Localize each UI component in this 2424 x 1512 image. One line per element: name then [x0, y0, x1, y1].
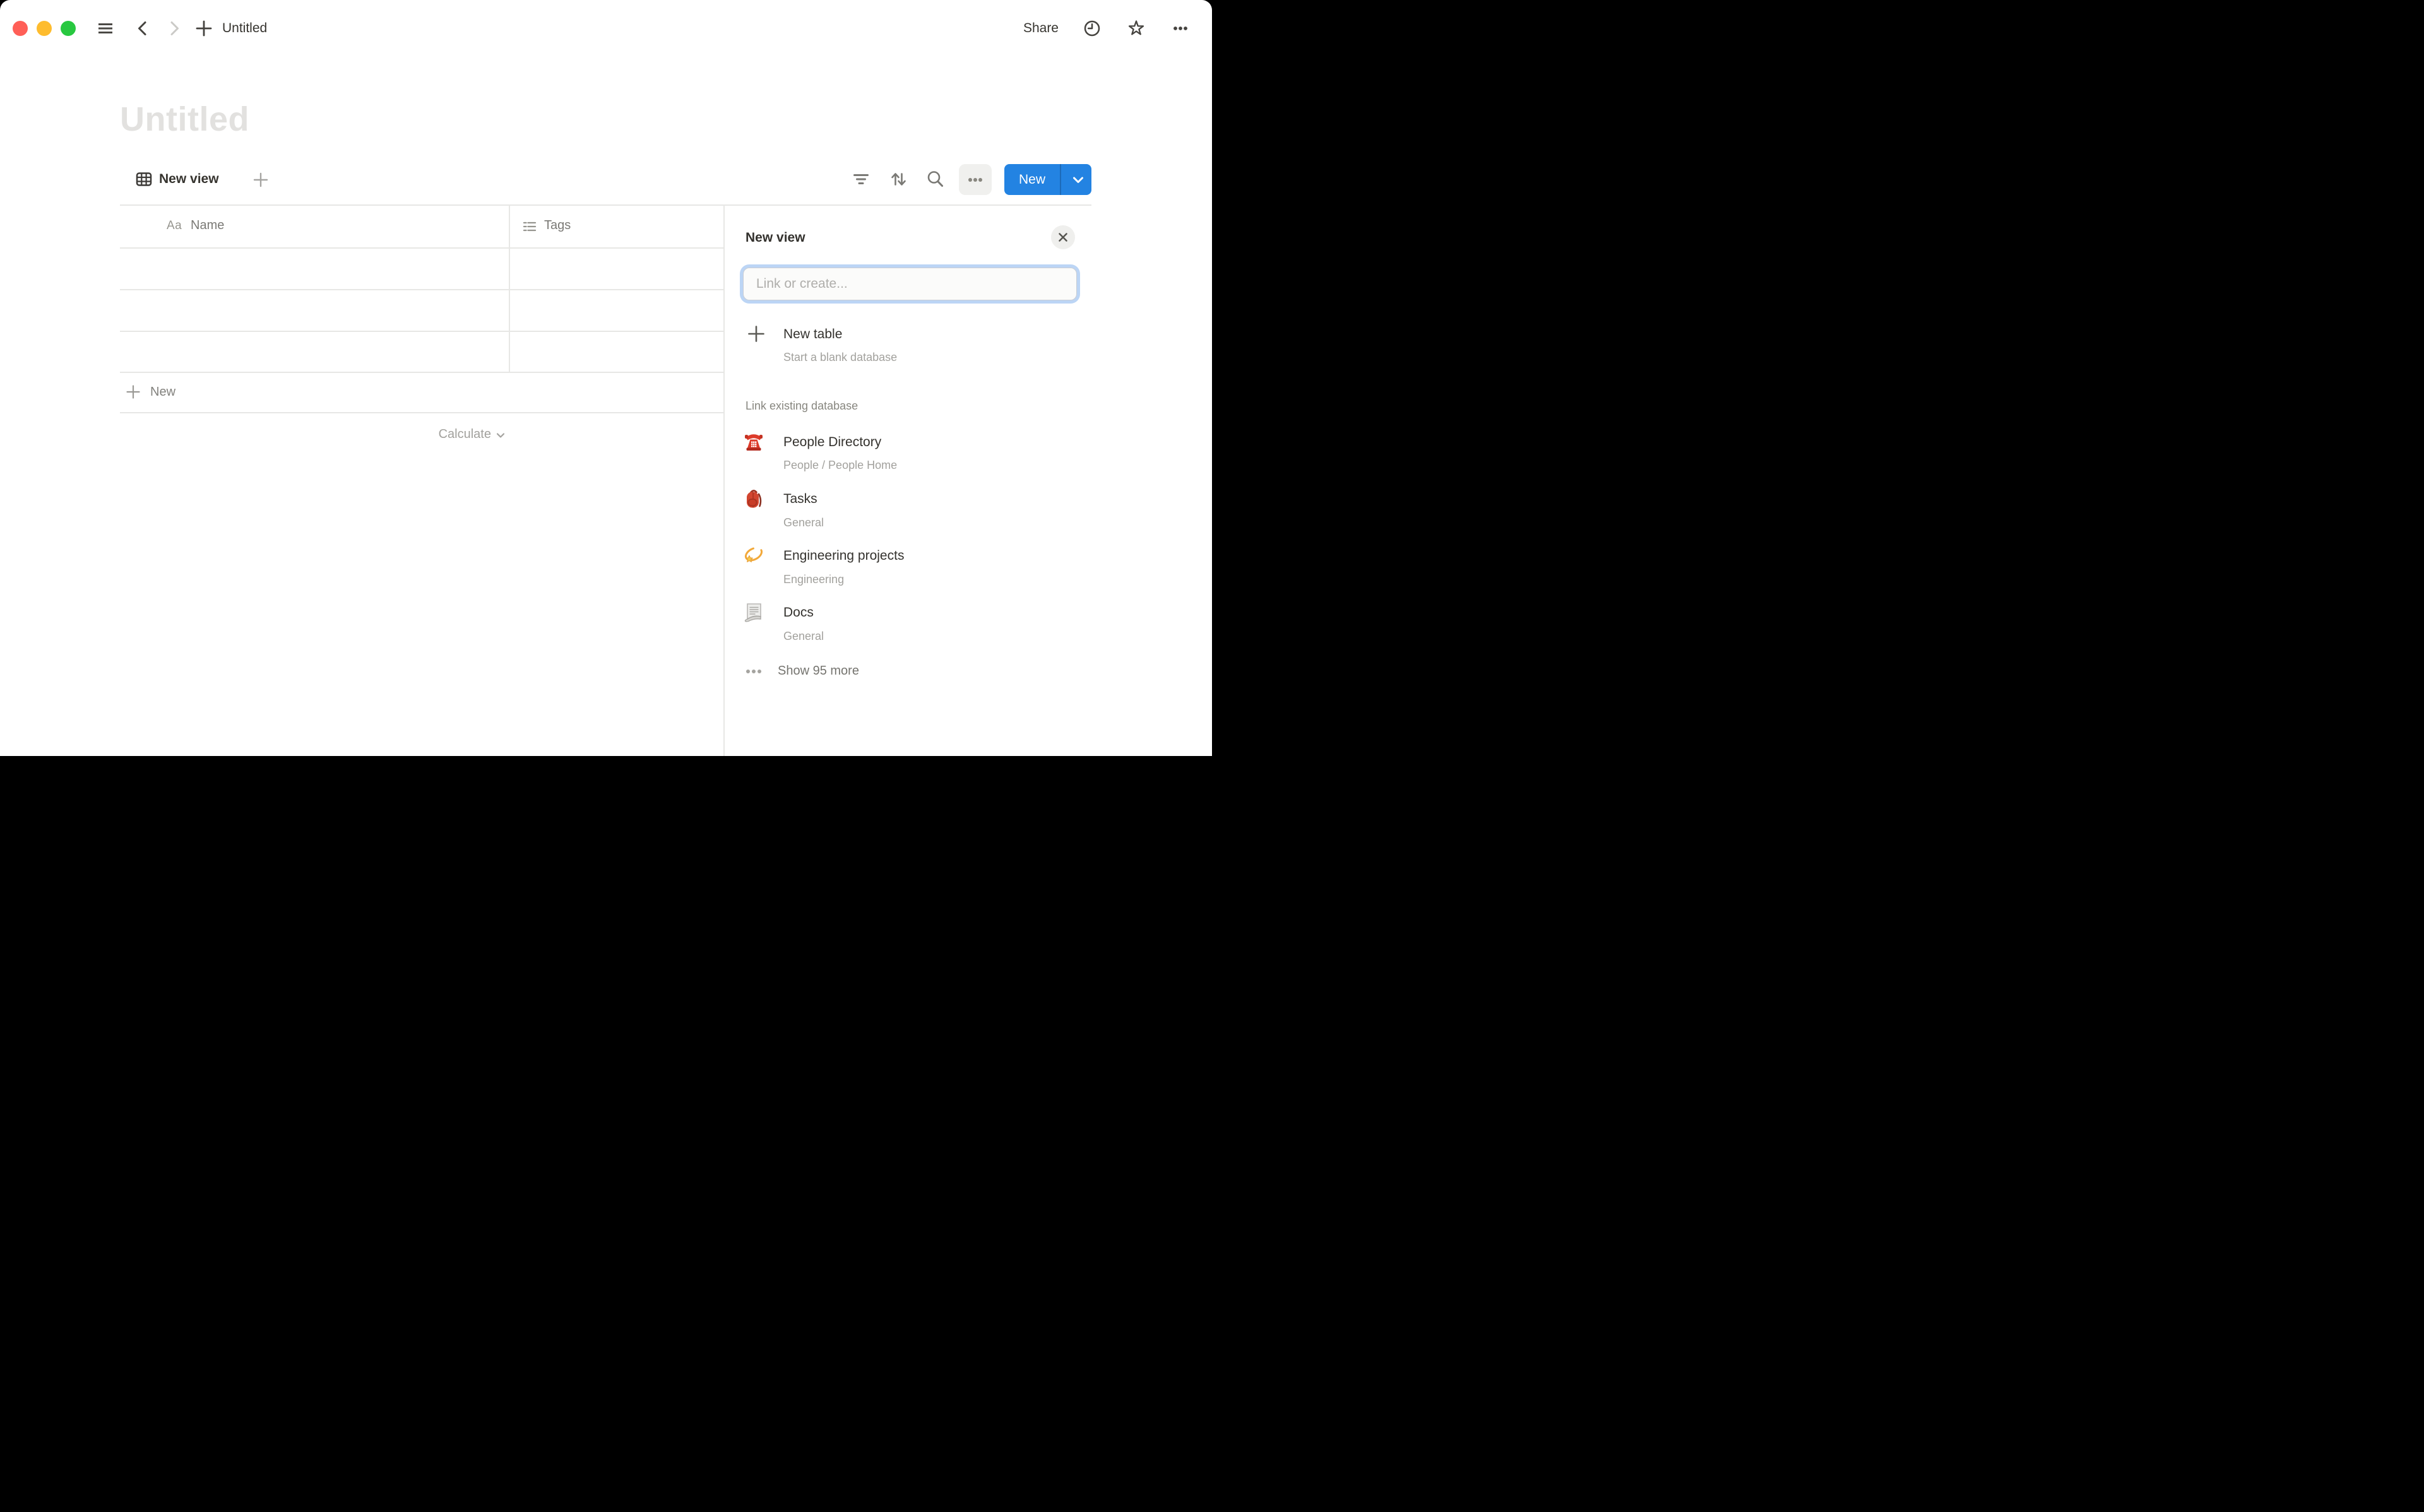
show-more-ellipsis-icon [743, 661, 764, 682]
table-row[interactable] [120, 331, 723, 372]
traffic-light-close[interactable] [13, 21, 28, 36]
page-title[interactable]: Untitled [120, 100, 249, 139]
panel-title: New view [746, 229, 805, 246]
table-view-icon[interactable] [134, 169, 154, 189]
ellipsis-icon [965, 170, 985, 190]
button-divider [1060, 164, 1061, 195]
search-icon[interactable] [925, 169, 946, 189]
calculate-button[interactable]: Calculate [354, 426, 491, 442]
new-record-dropdown[interactable] [1062, 164, 1094, 195]
column-header-tags[interactable]: Tags [544, 217, 571, 233]
database-subtitle: General [783, 629, 824, 644]
database-subtitle: Engineering [783, 572, 844, 587]
history-clock-icon[interactable] [1083, 19, 1102, 38]
close-icon [1057, 231, 1069, 244]
database-subtitle: People / People Home [783, 458, 897, 473]
database-title[interactable]: Tasks [783, 490, 817, 507]
back-icon[interactable] [133, 19, 152, 38]
add-view-plus-icon[interactable] [252, 172, 269, 188]
view-tab-label[interactable]: New view [159, 170, 219, 188]
traffic-light-zoom[interactable] [61, 21, 76, 36]
new-tab-icon[interactable] [194, 19, 213, 38]
database-title[interactable]: People Directory [783, 434, 881, 451]
show-more-label[interactable]: Show 95 more [778, 663, 859, 679]
database-subtitle: General [783, 516, 824, 530]
table-row[interactable] [120, 248, 723, 289]
notion-window: Untitled Share Untitled New view New [0, 0, 1212, 756]
favorite-star-icon[interactable] [1127, 19, 1146, 38]
column-header-name[interactable]: Name [191, 217, 224, 233]
more-ellipsis-icon[interactable] [1171, 19, 1190, 38]
plus-icon [125, 384, 141, 400]
close-button[interactable] [1051, 225, 1075, 249]
page-curl-icon [743, 601, 764, 623]
traffic-light-minimize[interactable] [37, 21, 52, 36]
new-row-button[interactable] [120, 372, 723, 411]
database-title[interactable]: Docs [783, 604, 814, 621]
new-row-label[interactable]: New [150, 384, 175, 400]
plus-icon [747, 324, 766, 343]
tab-title[interactable]: Untitled [222, 20, 267, 37]
backpack-icon [743, 488, 764, 509]
telephone-icon [743, 431, 764, 452]
view-options-button[interactable] [959, 164, 992, 195]
table-row[interactable] [120, 290, 723, 331]
calculate-chevron-icon[interactable] [495, 430, 506, 441]
row-border [120, 412, 723, 413]
share-button[interactable]: Share [1023, 20, 1059, 37]
new-record-label[interactable]: New [1004, 164, 1060, 195]
section-header: Link existing database [746, 399, 858, 413]
chevron-down-icon [1071, 173, 1085, 187]
sidebar-toggle-icon[interactable] [96, 19, 115, 38]
list-property-icon [521, 218, 538, 235]
filter-icon[interactable] [851, 169, 871, 189]
new-record-button[interactable]: New [1004, 164, 1091, 195]
dizzy-star-icon [743, 545, 764, 566]
panel-divider [723, 204, 725, 756]
text-property-icon: Aa [167, 218, 182, 234]
forward-icon[interactable] [165, 19, 184, 38]
database-title[interactable]: Engineering projects [783, 547, 904, 564]
table-top-border [120, 204, 1091, 206]
new-table-title[interactable]: New table [783, 326, 842, 343]
new-table-subtitle: Start a blank database [783, 350, 897, 365]
sort-icon[interactable] [888, 169, 908, 189]
link-or-create-input[interactable] [743, 268, 1077, 300]
